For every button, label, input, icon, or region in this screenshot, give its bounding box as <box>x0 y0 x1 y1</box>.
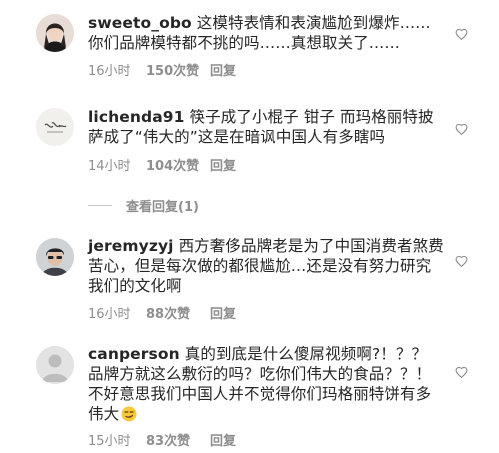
comment-likes[interactable]: 83次赞 <box>146 430 196 449</box>
avatar[interactable] <box>36 14 74 52</box>
reply-button[interactable]: 回复 <box>210 60 236 79</box>
avatar[interactable] <box>36 238 74 276</box>
view-replies-label: 查看回复(1) <box>126 200 199 215</box>
comment-username[interactable]: jeremyzyj <box>88 237 174 255</box>
like-heart-icon[interactable] <box>455 28 468 41</box>
comment-time: 14小时 <box>88 159 131 174</box>
like-heart-icon[interactable] <box>455 366 468 379</box>
comment-text: sweeto_obo 这模特表情和表演尴尬到爆炸……你们品牌模特都不挑的吗……真想… <box>88 13 444 53</box>
avatar[interactable] <box>36 346 74 384</box>
reply-button[interactable]: 回复 <box>210 155 236 174</box>
comment-meta: 16小时 88次赞 回复 <box>88 303 236 322</box>
view-replies-divider <box>88 205 112 206</box>
comment-time: 16小时 <box>88 307 131 322</box>
comment-time: 16小时 <box>88 64 131 79</box>
comment-time: 15小时 <box>88 434 131 449</box>
reply-button[interactable]: 回复 <box>210 430 236 449</box>
comment-username[interactable]: lichenda91 <box>88 108 185 126</box>
comment-meta: 15小时 83次赞 回复 <box>88 430 236 449</box>
comment-username[interactable]: sweeto_obo <box>88 14 192 32</box>
view-replies-button[interactable]: 查看回复(1) <box>88 196 199 215</box>
comment-username[interactable]: canperson <box>88 345 180 363</box>
comment-text: jeremyzyj 西方奢侈品牌老是为了中国消费者煞费苦心，但是每次做的都很尴尬…… <box>88 236 444 296</box>
avatar[interactable] <box>36 108 74 146</box>
comment-text: lichenda91 筷子成了小棍子 钳子 而玛格丽特披萨成了“伟大的”这是在暗讽… <box>88 107 444 147</box>
comment-text: canperson 真的到底是什么傻屌视频啊?！？？ 品牌方就这么敷衍的吗？吃你们… <box>88 344 444 424</box>
smirk-emoji-icon <box>121 406 137 422</box>
comment-likes[interactable]: 150次赞 <box>146 60 199 79</box>
comment-likes[interactable]: 88次赞 <box>146 303 196 322</box>
like-heart-icon[interactable] <box>455 255 468 268</box>
reply-button[interactable]: 回复 <box>210 303 236 322</box>
comment-meta: 16小时 150次赞 回复 <box>88 60 236 79</box>
like-heart-icon[interactable] <box>455 123 468 136</box>
comment-likes[interactable]: 104次赞 <box>146 155 199 174</box>
comment-meta: 14小时 104次赞 回复 <box>88 155 236 174</box>
